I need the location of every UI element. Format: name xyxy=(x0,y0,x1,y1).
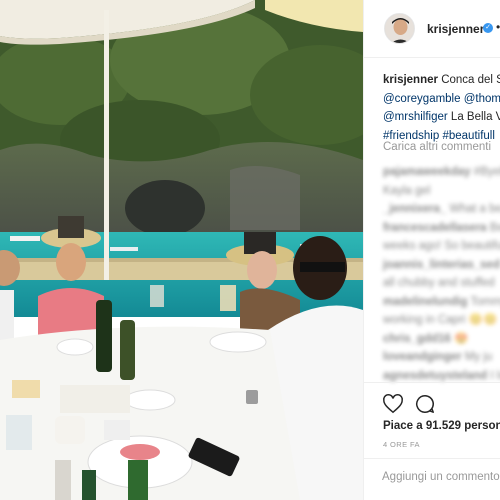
comment-username[interactable]: pajamaweekday xyxy=(383,166,471,178)
post-photo[interactable] xyxy=(0,0,363,500)
comment-icon[interactable] xyxy=(414,393,436,415)
comment-text: My ju xyxy=(464,351,493,363)
comment-text: weeks ago! So beautiful xyxy=(383,240,500,252)
comment-text: 😍 xyxy=(453,332,469,345)
post-actions xyxy=(364,382,500,423)
verified-badge-icon: ✓ xyxy=(483,23,493,33)
comment-item: joannis_linterias_sed Ci xyxy=(383,256,500,275)
caption-line-2: @coreygamble @thom xyxy=(383,90,500,109)
comment-text: working in Capri 😊😊 xyxy=(383,314,498,326)
comment-item: weeks ago! So beautiful xyxy=(383,237,500,256)
likes-count[interactable]: Piace a 91.529 persone xyxy=(383,420,500,432)
comment-text: What a beau xyxy=(449,203,500,215)
comment-item: loveandginger My ju xyxy=(383,348,500,367)
hashtag-friendship[interactable]: #friendship xyxy=(383,130,439,142)
post-side-panel: krisjenner ✓ • krisjenner Conca del S @c… xyxy=(364,0,500,500)
comment-username[interactable]: francescadellasera xyxy=(383,222,487,234)
post-caption: krisjenner Conca del S @coreygamble @tho… xyxy=(383,71,500,145)
avatar[interactable] xyxy=(384,13,415,44)
comments-list: pajamaweekday #ByeBye Kayla gel _jennixera… xyxy=(383,163,500,385)
comment-username[interactable]: agnesdetuysteland xyxy=(383,370,487,382)
comment-item: working in Capri 😊😊 xyxy=(383,311,500,330)
comment-input[interactable] xyxy=(382,471,500,483)
comment-item: _jennixera_ What a beau xyxy=(383,200,500,219)
comment-text: Tommy xyxy=(470,295,500,308)
heart-icon[interactable] xyxy=(382,393,404,415)
post-timestamp[interactable]: 4 ORE FA xyxy=(383,440,420,449)
avatar-image xyxy=(385,14,414,43)
caption-line-1: krisjenner Conca del S xyxy=(383,71,500,90)
load-more-comments-link[interactable]: Carica altri commenti xyxy=(383,141,491,153)
comment-username[interactable]: chris_gdd16 xyxy=(383,333,451,345)
comment-username[interactable]: madelinelundig xyxy=(383,296,467,308)
comment-username[interactable]: _jennixera_ xyxy=(383,203,446,215)
instagram-post-page: krisjenner ✓ • krisjenner Conca del S @c… xyxy=(0,0,500,500)
comment-username[interactable]: loveandginger xyxy=(383,351,462,363)
mention-thom[interactable]: @thom xyxy=(464,93,500,105)
comment-item: all chubby and stuffed xyxy=(383,274,500,293)
caption-username[interactable]: krisjenner xyxy=(383,74,438,86)
post-header: krisjenner ✓ • xyxy=(364,0,500,58)
comment-item: francescadellasera Beau xyxy=(383,219,500,238)
comment-item: madelinelundig Tommy xyxy=(383,293,500,312)
caption-text: Conca del S xyxy=(441,74,500,86)
caption-line-3: @mrshilfiger La Bella V xyxy=(383,108,500,127)
header-username[interactable]: krisjenner xyxy=(427,22,484,36)
comment-text: I lov xyxy=(490,369,500,382)
comment-text: Kayla gel xyxy=(383,184,431,197)
caption-text-2: La Bella V xyxy=(450,111,500,123)
mention-coreygamble[interactable]: @coreygamble xyxy=(383,93,461,105)
comment-text: all chubby and stuffed xyxy=(383,277,495,289)
comment-box xyxy=(364,458,500,500)
mention-mrshilfiger[interactable]: @mrshilfiger xyxy=(383,111,448,123)
comment-item: pajamaweekday #ByeBye xyxy=(383,163,500,182)
comment-item: Kayla gel xyxy=(383,182,500,201)
comment-item: chris_gdd16 😍 xyxy=(383,330,500,349)
comment-text: #ByeBye xyxy=(473,166,500,178)
comment-username[interactable]: joannis_linterias_sed xyxy=(383,259,500,271)
comment-text: Beau xyxy=(489,221,500,234)
post-photo-image xyxy=(0,0,363,500)
hashtag-beautifull[interactable]: #beautifull xyxy=(442,130,494,142)
header-separator: • xyxy=(496,20,500,34)
